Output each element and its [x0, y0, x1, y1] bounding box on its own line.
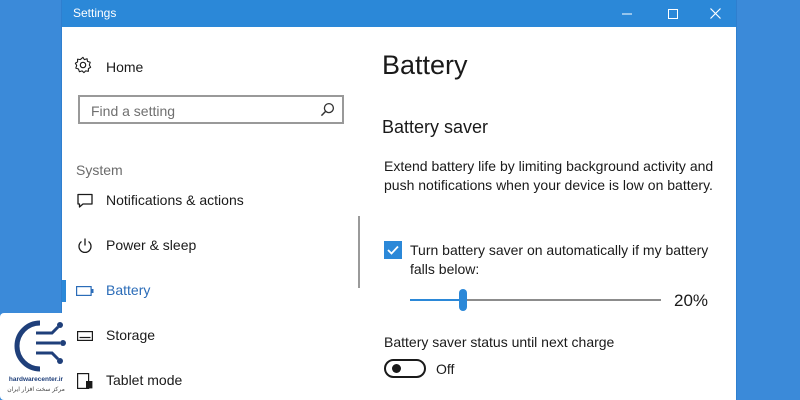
section-title-battery-saver: Battery saver — [382, 117, 489, 137]
battery-icon — [76, 282, 94, 300]
watermark-brand: hardwarecenter.ir — [8, 376, 64, 383]
settings-window: Settings Home System — [62, 0, 736, 400]
battery-saver-description: Extend battery life by limiting backgrou… — [384, 158, 714, 193]
auto-battery-saver-checkbox[interactable] — [384, 241, 402, 259]
battery-threshold-slider[interactable] — [410, 289, 661, 311]
slider-fill — [410, 299, 461, 301]
auto-battery-saver-label[interactable]: Turn battery saver on automatically if m… — [410, 241, 730, 279]
close-icon — [709, 8, 721, 19]
sidebar-item-label: Tablet mode — [106, 372, 183, 388]
notifications-icon — [76, 192, 94, 210]
watermark-logo: hardwarecenter.ir مرکز سخت افزار ایران — [0, 313, 72, 400]
gear-icon — [74, 56, 92, 79]
maximize-icon — [668, 8, 678, 19]
page-title: Battery — [382, 50, 468, 80]
toggle-state-label: Off — [436, 361, 455, 377]
battery-saver-toggle[interactable] — [384, 359, 426, 378]
sidebar-item-label: Storage — [106, 327, 156, 343]
home-label: Home — [106, 59, 144, 75]
sidebar-item-storage[interactable]: Storage — [62, 321, 358, 351]
circuit-logo-icon — [14, 320, 66, 372]
search-input[interactable] — [89, 101, 318, 121]
checkmark-icon — [387, 245, 399, 255]
minimize-button[interactable] — [604, 0, 650, 27]
toggle-knob — [392, 364, 401, 373]
minimize-icon — [622, 13, 632, 14]
tablet-mode-icon — [76, 372, 94, 390]
close-button[interactable] — [692, 0, 738, 27]
storage-icon — [76, 327, 94, 345]
power-icon — [76, 237, 94, 255]
battery-saver-status-label: Battery saver status until next charge — [384, 334, 615, 350]
maximize-button[interactable] — [650, 0, 696, 27]
sidebar-item-label: Battery — [106, 282, 151, 298]
search-icon[interactable] — [320, 102, 335, 122]
sidebar-item-label: Notifications & actions — [106, 192, 244, 208]
sidebar-scrollbar[interactable] — [358, 216, 360, 288]
slider-thumb[interactable] — [459, 289, 467, 311]
threshold-value: 20% — [674, 291, 709, 310]
sidebar-item-label: Power & sleep — [106, 237, 197, 253]
sidebar-item-power-sleep[interactable]: Power & sleep — [62, 231, 358, 261]
search-box[interactable] — [78, 95, 344, 124]
title-bar[interactable]: Settings — [62, 0, 736, 27]
active-indicator — [62, 280, 66, 302]
watermark-tagline: مرکز سخت افزار ایران — [7, 387, 65, 393]
home-nav-item[interactable]: Home — [74, 54, 143, 80]
sidebar-item-notifications[interactable]: Notifications & actions — [62, 186, 358, 216]
sidebar-item-tablet-mode[interactable]: Tablet mode — [62, 366, 358, 396]
section-label-system: System — [76, 162, 123, 178]
window-title: Settings — [73, 6, 117, 20]
sidebar-item-battery[interactable]: Battery — [62, 276, 358, 306]
